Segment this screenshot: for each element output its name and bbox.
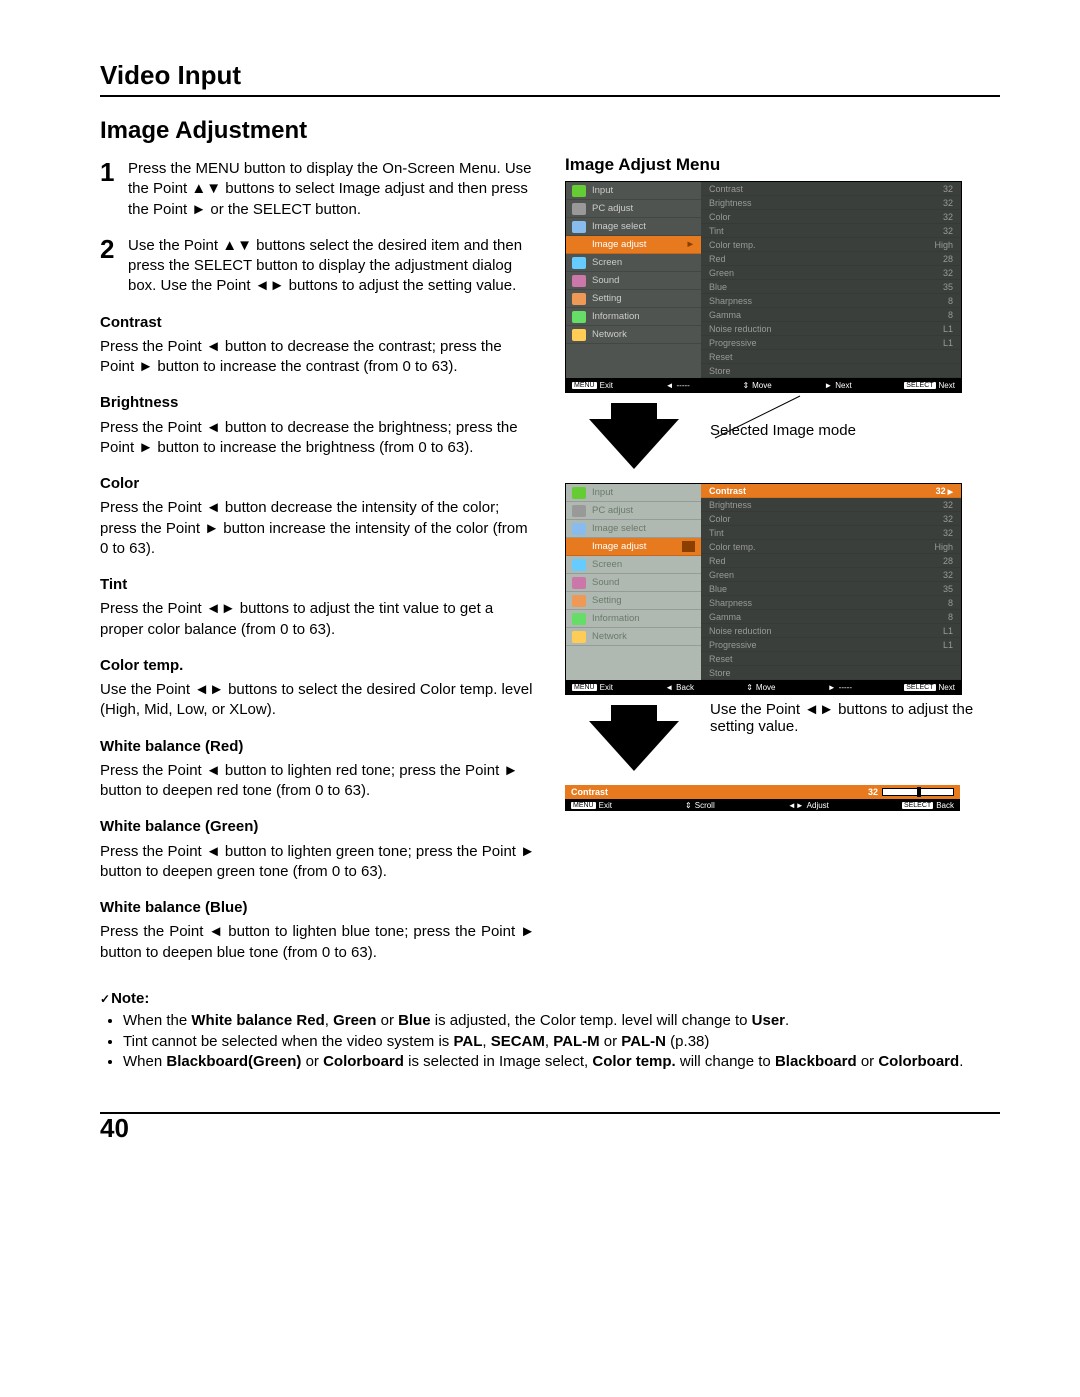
step-text-2: Use the Point ▲▼ buttons select the desi…	[128, 232, 535, 297]
menu-right-brightness[interactable]: Brightness32	[701, 498, 961, 512]
menu-right-contrast[interactable]: Contrast32	[701, 484, 961, 498]
menu-left-information[interactable]: Information	[566, 308, 701, 326]
menu-right-color[interactable]: Color32	[701, 512, 961, 526]
menu-left-image-select[interactable]: Image select	[566, 218, 701, 236]
menu-right-reset[interactable]: Reset	[701, 350, 961, 364]
left-column: 1 Press the MENU button to display the O…	[100, 155, 535, 967]
menu-footer-2: MENUExit ◄Back ⇕Move ►----- SELECTNext	[566, 680, 961, 694]
menu-right-sharpness[interactable]: Sharpness8	[701, 294, 961, 308]
menu-right-gamma[interactable]: Gamma8	[701, 308, 961, 322]
menu-right-color-temp-[interactable]: Color temp.High	[701, 540, 961, 554]
wb-red-heading: White balance (Red)	[100, 737, 535, 757]
menu-left-network[interactable]: Network	[566, 628, 701, 646]
down-arrow-icon	[611, 403, 657, 419]
menu-left-network[interactable]: Network	[566, 326, 701, 344]
footer-rule	[100, 1112, 1000, 1114]
menu-right-color-temp-[interactable]: Color temp.High	[701, 238, 961, 252]
menu-left-screen[interactable]: Screen	[566, 556, 701, 574]
menu-screenshot-2: InputPC adjustImage selectImage adjust◄S…	[565, 483, 962, 695]
step-text-1: Press the MENU button to display the On-…	[128, 155, 535, 220]
menu-left-input[interactable]: Input	[566, 182, 701, 200]
image-adjust-menu-title: Image Adjust Menu	[565, 155, 1000, 175]
color-temp-heading: Color temp.	[100, 656, 535, 676]
page-number: 40	[100, 1113, 129, 1144]
step-num-1: 1	[100, 155, 128, 190]
menu-right-store[interactable]: Store	[701, 364, 961, 378]
brightness-text: Press the Point ◄ button to decrease the…	[100, 418, 535, 459]
menu-footer-1: MENUExit ◄----- ⇕Move ►Next SELECTNext	[566, 378, 961, 392]
menu-right-green[interactable]: Green32	[701, 266, 961, 280]
control-label: Contrast	[571, 787, 608, 797]
page-title: Image Adjustment	[100, 117, 1000, 145]
menu-left-pc-adjust[interactable]: PC adjust	[566, 502, 701, 520]
wb-blue-heading: White balance (Blue)	[100, 898, 535, 918]
step-num-2: 2	[100, 232, 128, 267]
menu-right-contrast[interactable]: Contrast32	[701, 182, 961, 196]
menu-left-image-adjust[interactable]: Image adjust►	[566, 236, 701, 254]
menu-right-progressive[interactable]: ProgressiveL1	[701, 638, 961, 652]
control-footer: MENUExit ⇕Scroll ◄►Adjust SELECTBack	[565, 799, 960, 811]
note-2: Tint cannot be selected when the video s…	[123, 1032, 1000, 1052]
menu-right-red[interactable]: Red28	[701, 252, 961, 266]
color-temp-text: Use the Point ◄► buttons to select the d…	[100, 680, 535, 721]
menu-right-tint[interactable]: Tint32	[701, 526, 961, 540]
menu-right-brightness[interactable]: Brightness32	[701, 196, 961, 210]
control-value: 32	[868, 787, 878, 797]
note-heading: Note:	[100, 989, 1000, 1010]
callout-line-icon	[705, 393, 835, 443]
menu-right-store[interactable]: Store	[701, 666, 961, 680]
notes-section: Note: When the White balance Red, Green …	[100, 989, 1000, 1072]
color-heading: Color	[100, 474, 535, 494]
menu-right-blue[interactable]: Blue35	[701, 582, 961, 596]
menu-right-red[interactable]: Red28	[701, 554, 961, 568]
down-arrow-icon-2	[611, 705, 657, 721]
menu-left-setting[interactable]: Setting	[566, 290, 701, 308]
menu-right-reset[interactable]: Reset	[701, 652, 961, 666]
menu-right-green[interactable]: Green32	[701, 568, 961, 582]
brightness-heading: Brightness	[100, 393, 535, 413]
contrast-text: Press the Point ◄ button to decrease the…	[100, 337, 535, 378]
menu-left-image-select[interactable]: Image select	[566, 520, 701, 538]
menu-left-setting[interactable]: Setting	[566, 592, 701, 610]
menu-left-information[interactable]: Information	[566, 610, 701, 628]
menu-left-image-adjust[interactable]: Image adjust◄	[566, 538, 701, 556]
menu-right-gamma[interactable]: Gamma8	[701, 610, 961, 624]
contrast-control-bar: Contrast 32	[565, 785, 960, 799]
menu-left-input[interactable]: Input	[566, 484, 701, 502]
section-title: Video Input	[100, 60, 1000, 97]
note-1: When the White balance Red, Green or Blu…	[123, 1011, 1000, 1031]
menu-right-sharpness[interactable]: Sharpness8	[701, 596, 961, 610]
menu-right-tint[interactable]: Tint32	[701, 224, 961, 238]
menu-right-noise-reduction[interactable]: Noise reductionL1	[701, 322, 961, 336]
step-1: 1 Press the MENU button to display the O…	[100, 155, 535, 220]
right-column: Image Adjust Menu InputPC adjustImage se…	[565, 155, 1000, 967]
down-arrow-head-icon-2	[589, 721, 679, 771]
menu-left-pc-adjust[interactable]: PC adjust	[566, 200, 701, 218]
menu-right-blue[interactable]: Blue35	[701, 280, 961, 294]
note-3: When Blackboard(Green) or Colorboard is …	[123, 1052, 1000, 1072]
menu-right-color[interactable]: Color32	[701, 210, 961, 224]
menu-screenshot-1: InputPC adjustImage selectImage adjust►S…	[565, 181, 962, 393]
menu-left-sound[interactable]: Sound	[566, 574, 701, 592]
tint-heading: Tint	[100, 575, 535, 595]
menu-right-progressive[interactable]: ProgressiveL1	[701, 336, 961, 350]
menu-left-screen[interactable]: Screen	[566, 254, 701, 272]
tint-text: Press the Point ◄► buttons to adjust the…	[100, 599, 535, 640]
wb-blue-text: Press the Point ◄ button to lighten blue…	[100, 922, 535, 963]
wb-green-heading: White balance (Green)	[100, 817, 535, 837]
adjust-tip-text: Use the Point ◄► buttons to adjust the s…	[710, 699, 1000, 735]
color-text: Press the Point ◄ button decrease the in…	[100, 498, 535, 559]
wb-green-text: Press the Point ◄ button to lighten gree…	[100, 842, 535, 883]
menu-left-sound[interactable]: Sound	[566, 272, 701, 290]
wb-red-text: Press the Point ◄ button to lighten red …	[100, 761, 535, 802]
down-arrow-head-icon	[589, 419, 679, 469]
menu-right-noise-reduction[interactable]: Noise reductionL1	[701, 624, 961, 638]
step-2: 2 Use the Point ▲▼ buttons select the de…	[100, 232, 535, 297]
contrast-heading: Contrast	[100, 313, 535, 333]
